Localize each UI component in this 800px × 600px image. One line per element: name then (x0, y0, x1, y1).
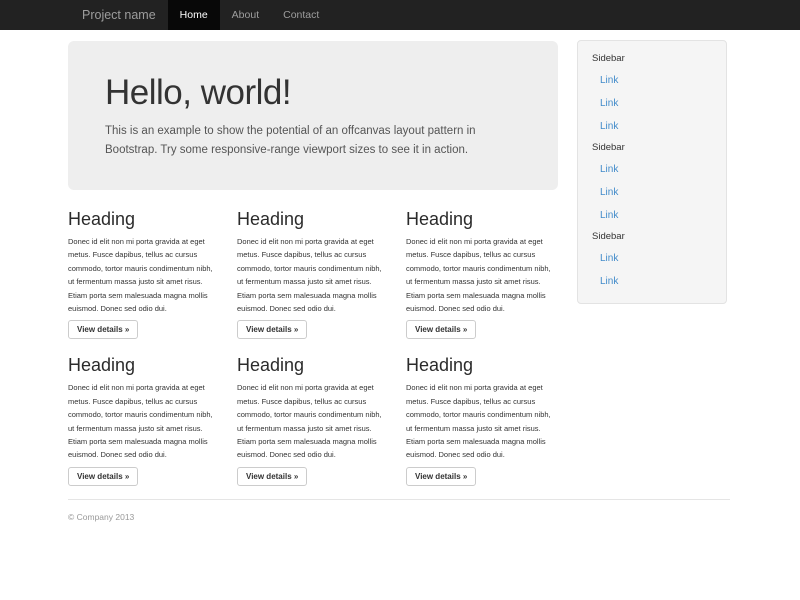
nav-item-about[interactable]: About (220, 0, 271, 30)
card-6: Heading Donec id elit non mi porta gravi… (406, 354, 556, 485)
card-body-text: Donec id elit non mi porta gravida at eg… (406, 235, 556, 315)
sidebar-group-title: Sidebar (578, 49, 726, 69)
card-heading: Heading (406, 354, 556, 376)
sidebar-link[interactable]: Link (578, 204, 726, 227)
sidebar-panel: Sidebar Link Link Link Sidebar Link Link… (577, 40, 727, 304)
card-5: Heading Donec id elit non mi porta gravi… (237, 354, 387, 485)
view-details-button[interactable]: View details » (237, 320, 307, 339)
view-details-button[interactable]: View details » (68, 320, 138, 339)
sidebar-link[interactable]: Link (578, 92, 726, 115)
footer: © Company 2013 (68, 499, 730, 522)
sidebar-group-2: Sidebar Link Link Link (578, 138, 726, 227)
nav-item-contact[interactable]: Contact (271, 0, 331, 30)
card-heading: Heading (237, 208, 387, 230)
card-2: Heading Donec id elit non mi porta gravi… (237, 208, 387, 339)
jumbotron: Hello, world! This is an example to show… (68, 41, 558, 190)
card-heading: Heading (68, 208, 218, 230)
top-navbar: Project name Home About Contact (0, 0, 800, 30)
page-title: Hello, world! (105, 73, 521, 113)
card-4: Heading Donec id elit non mi porta gravi… (68, 354, 218, 485)
card-heading: Heading (406, 208, 556, 230)
card-3: Heading Donec id elit non mi porta gravi… (406, 208, 556, 339)
card-heading: Heading (237, 354, 387, 376)
sidebar-link[interactable]: Link (578, 115, 726, 138)
view-details-button[interactable]: View details » (68, 467, 138, 486)
sidebar-link[interactable]: Link (578, 181, 726, 204)
sidebar-link[interactable]: Link (578, 158, 726, 181)
navbar-brand[interactable]: Project name (82, 0, 168, 30)
card-body-text: Donec id elit non mi porta gravida at eg… (237, 235, 387, 315)
page-container: Hello, world! This is an example to show… (68, 41, 730, 522)
card-heading: Heading (68, 354, 218, 376)
card-body-text: Donec id elit non mi porta gravida at eg… (237, 381, 387, 461)
card-body-text: Donec id elit non mi porta gravida at eg… (68, 235, 218, 315)
jumbotron-description: This is an example to show the potential… (105, 122, 521, 160)
copyright-text: © Company 2013 (68, 512, 730, 522)
footer-divider (68, 499, 730, 500)
sidebar-link[interactable]: Link (578, 270, 726, 293)
sidebar-group-3: Sidebar Link Link (578, 227, 726, 293)
view-details-button[interactable]: View details » (406, 320, 476, 339)
nav-item-home[interactable]: Home (168, 0, 220, 30)
sidebar-link[interactable]: Link (578, 69, 726, 92)
card-body-text: Donec id elit non mi porta gravida at eg… (68, 381, 218, 461)
sidebar-group-title: Sidebar (578, 138, 726, 158)
view-details-button[interactable]: View details » (406, 467, 476, 486)
card-body-text: Donec id elit non mi porta gravida at eg… (406, 381, 556, 461)
sidebar-group-1: Sidebar Link Link Link (578, 49, 726, 138)
sidebar-link[interactable]: Link (578, 247, 726, 270)
card-1: Heading Donec id elit non mi porta gravi… (68, 208, 218, 339)
sidebar-group-title: Sidebar (578, 227, 726, 247)
view-details-button[interactable]: View details » (237, 467, 307, 486)
main-column: Hello, world! This is an example to show… (68, 41, 558, 522)
navbar-nav: Home About Contact (168, 0, 332, 30)
cards-grid: Heading Donec id elit non mi porta gravi… (68, 208, 558, 486)
